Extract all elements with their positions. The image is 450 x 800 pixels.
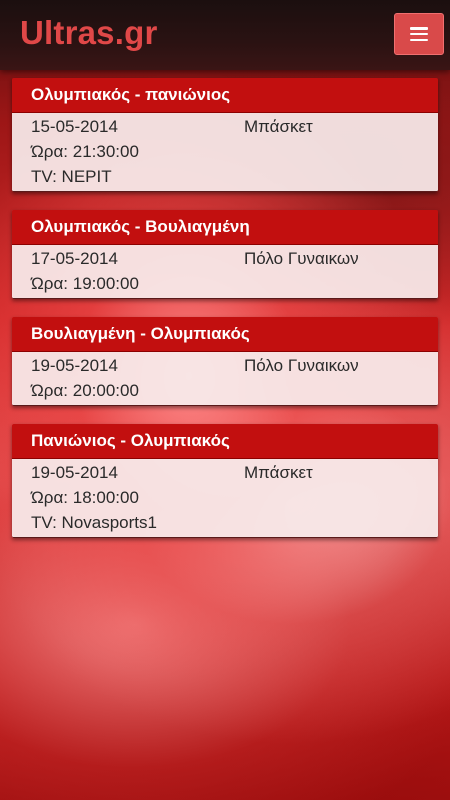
app-screen: Ultras.gr Ολυμπιακός - πανιώνιος 15-05-2… bbox=[0, 0, 450, 800]
event-card[interactable]: Βουλιαγμένη - Ολυμπιακός 19-05-2014 Πόλο… bbox=[12, 317, 438, 406]
event-title[interactable]: Πανιώνιος - Ολυμπιακός bbox=[12, 424, 438, 459]
app-header: Ultras.gr bbox=[0, 0, 450, 70]
event-tv-channel: TV: Novasports1 bbox=[31, 513, 157, 532]
hamburger-menu-icon bbox=[410, 27, 428, 41]
menu-button[interactable] bbox=[394, 13, 444, 55]
event-details: 19-05-2014 Πόλο Γυναικων Ώρα: 20:00:00 bbox=[12, 352, 438, 406]
event-details: 15-05-2014 Μπάσκετ Ώρα: 21:30:00 TV: NEP… bbox=[12, 113, 438, 192]
event-date: 15-05-2014 bbox=[31, 117, 118, 136]
event-sport: Μπάσκετ bbox=[244, 117, 313, 136]
event-date: 19-05-2014 bbox=[31, 356, 118, 375]
event-card[interactable]: Ολυμπιακός - πανιώνιος 15-05-2014 Μπάσκε… bbox=[12, 78, 438, 192]
event-title[interactable]: Βουλιαγμένη - Ολυμπιακός bbox=[12, 317, 438, 352]
event-sport: Πόλο Γυναικων bbox=[244, 356, 359, 375]
event-sport: Μπάσκετ bbox=[244, 463, 313, 482]
event-title[interactable]: Ολυμπιακός - Βουλιαγμένη bbox=[12, 210, 438, 245]
event-card[interactable]: Πανιώνιος - Ολυμπιακός 19-05-2014 Μπάσκε… bbox=[12, 424, 438, 538]
event-time: Ώρα: 18:00:00 bbox=[31, 488, 139, 507]
event-time: Ώρα: 20:00:00 bbox=[31, 381, 139, 400]
event-date: 17-05-2014 bbox=[31, 249, 118, 268]
event-card[interactable]: Ολυμπιακός - Βουλιαγμένη 17-05-2014 Πόλο… bbox=[12, 210, 438, 299]
event-details: 17-05-2014 Πόλο Γυναικων Ώρα: 19:00:00 bbox=[12, 245, 438, 299]
event-time: Ώρα: 19:00:00 bbox=[31, 274, 139, 293]
event-time: Ώρα: 21:30:00 bbox=[31, 142, 139, 161]
event-tv-channel: TV: NEPIT bbox=[31, 167, 112, 186]
app-title[interactable]: Ultras.gr bbox=[20, 14, 158, 52]
event-title[interactable]: Ολυμπιακός - πανιώνιος bbox=[12, 78, 438, 113]
event-details: 19-05-2014 Μπάσκετ Ώρα: 18:00:00 TV: Nov… bbox=[12, 459, 438, 538]
events-list: Ολυμπιακός - πανιώνιος 15-05-2014 Μπάσκε… bbox=[12, 78, 438, 556]
event-date: 19-05-2014 bbox=[31, 463, 118, 482]
event-sport: Πόλο Γυναικων bbox=[244, 249, 359, 268]
